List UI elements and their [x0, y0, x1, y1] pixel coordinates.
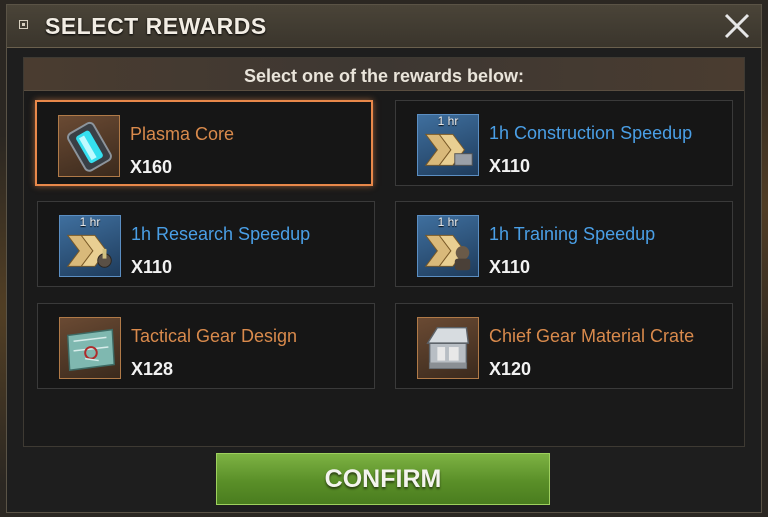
reward-quantity: X128 [131, 359, 174, 379]
instruction-header: Select one of the rewards below: [24, 58, 744, 91]
research-speedup-icon: 1 hr [59, 215, 121, 277]
training-speedup-icon: 1 hr [417, 215, 479, 277]
reward-quantity: X110 [489, 156, 531, 176]
close-button[interactable] [723, 12, 751, 40]
reward-card-research-speedup[interactable]: 1 hr 1h Research Speedup X110 [37, 201, 375, 287]
reward-card-construction-speedup[interactable]: 1 hr 1h Construction Speedup X110 [395, 100, 733, 186]
reward-card-chief-gear-material-crate[interactable]: Chief Gear Material Crate X120 [395, 303, 733, 389]
material-crate-icon [417, 317, 479, 379]
select-rewards-dialog: SELECT REWARDS Select one of the rewards… [6, 4, 762, 513]
reward-quantity: X110 [489, 257, 531, 277]
gear-design-map-icon [59, 317, 121, 379]
reward-card-plasma-core[interactable]: Plasma Core X160 [35, 100, 373, 186]
close-icon [724, 13, 750, 39]
reward-card-tactical-gear-design[interactable]: Tactical Gear Design X128 [37, 303, 375, 389]
construction-speedup-icon: 1 hr [417, 114, 479, 176]
title-bullet-icon [19, 20, 28, 29]
plasma-core-icon [58, 115, 120, 177]
reward-name: 1h Construction Speedup [489, 123, 693, 143]
reward-quantity: X120 [489, 359, 532, 379]
duration-badge: 1 hr [437, 215, 459, 229]
rewards-panel: Select one of the rewards below: Plasma … [23, 57, 745, 447]
duration-badge: 1 hr [79, 215, 101, 229]
instruction-text: Select one of the rewards below: [243, 66, 525, 86]
confirm-button[interactable]: CONFIRM [216, 453, 550, 505]
reward-name: 1h Research Speedup [131, 224, 311, 244]
reward-quantity: X160 [130, 157, 173, 177]
reward-name: 1h Training Speedup [489, 224, 656, 244]
reward-name: Plasma Core [130, 124, 235, 144]
reward-name: Chief Gear Material Crate [489, 326, 695, 346]
dialog-titlebar: SELECT REWARDS [7, 5, 761, 48]
reward-quantity: X110 [131, 257, 173, 277]
dialog-title: SELECT REWARDS [45, 13, 267, 39]
reward-name: Tactical Gear Design [131, 326, 298, 346]
reward-card-training-speedup[interactable]: 1 hr 1h Training Speedup X110 [395, 201, 733, 287]
duration-badge: 1 hr [437, 114, 459, 128]
